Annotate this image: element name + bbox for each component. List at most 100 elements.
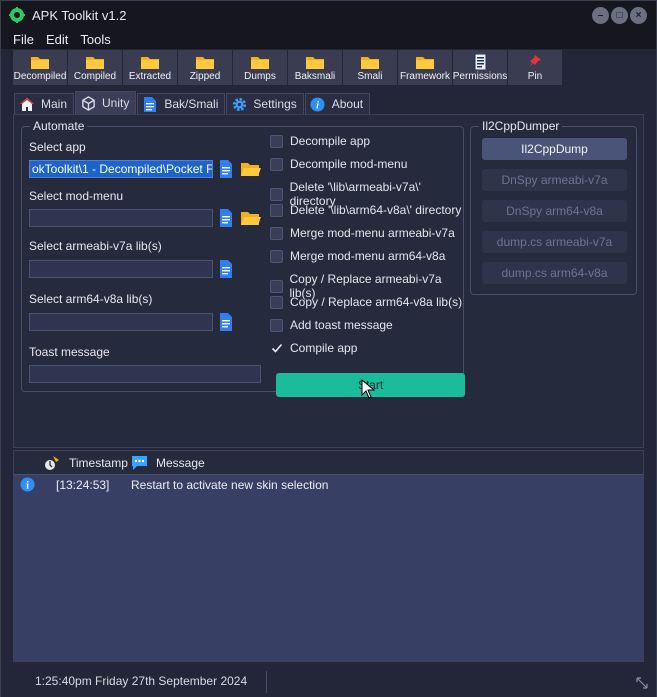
file-icon[interactable] [218, 260, 234, 278]
select-app-input[interactable]: okToolkit\1 - Decompiled\Pocket Frogs [29, 160, 213, 178]
timestamp-column-header[interactable]: Timestamp [69, 456, 128, 470]
tab-unity[interactable]: Unity [75, 91, 137, 114]
toolbar-pin-button[interactable]: Pin [508, 50, 562, 85]
home-icon [19, 96, 35, 112]
arm64-input[interactable] [29, 313, 213, 331]
window-title: APK Toolkit v1.2 [32, 7, 127, 23]
app-logo-icon [9, 7, 25, 23]
toolbar-extracted-button[interactable]: Extracted [123, 50, 177, 85]
menu-file[interactable]: File [7, 29, 40, 49]
folder-icon [86, 57, 104, 69]
toolbar-label: Zipped [189, 71, 221, 82]
svg-text:i: i [26, 481, 29, 492]
dumpcs-armeabi-button[interactable]: dump.cs armeabi-v7a [482, 231, 627, 253]
toast-label: Toast message [29, 345, 110, 359]
folder-icon [141, 57, 159, 69]
maximize-button[interactable]: □ [611, 7, 628, 24]
checkbox-label: Decompile mod-menu [290, 157, 408, 171]
toolbar-dumps-button[interactable]: Dumps [233, 50, 287, 85]
tab-label: Bak/Smali [164, 97, 219, 111]
il2cppdump-button[interactable]: Il2CppDump [482, 138, 627, 160]
resize-grip-icon[interactable] [636, 677, 648, 689]
automate-title: Automate [30, 119, 88, 133]
checkbox-label: Add toast message [290, 318, 393, 332]
toolbar-label: Baksmali [294, 71, 336, 82]
checkbox-decompile-mod-menu[interactable]: Decompile mod-menu [270, 157, 407, 171]
minimize-button[interactable]: – [592, 7, 609, 24]
dumpcs-arm64-button[interactable]: dump.cs arm64-v8a [482, 262, 627, 284]
folder-icon [416, 57, 434, 69]
checkbox-add-toast[interactable]: Add toast message [270, 318, 393, 332]
il2cppdumper-title: Il2CppDumper [479, 119, 563, 133]
folder-open-icon[interactable] [240, 160, 262, 178]
toolbar-smali-button[interactable]: Smali [343, 50, 397, 85]
checkbox[interactable] [270, 249, 283, 263]
checkbox[interactable] [270, 226, 283, 240]
checkbox-merge-arm64[interactable]: Merge mod-menu arm64-v8a [270, 249, 445, 263]
arm64-label: Select arm64-v8a lib(s) [29, 292, 153, 306]
tab-settings[interactable]: Settings [226, 93, 304, 114]
checkbox-label: Compile app [290, 341, 358, 355]
status-datetime: 1:25:40pm Friday 27th September 2024 [35, 674, 248, 688]
menu-tools[interactable]: Tools [74, 29, 116, 49]
menu-edit[interactable]: Edit [40, 29, 74, 49]
folder-icon [31, 57, 49, 69]
close-button[interactable]: × [630, 7, 647, 24]
checkbox[interactable] [270, 157, 283, 171]
log-row[interactable]: i [13:24:53] Restart to activate new ski… [14, 476, 643, 494]
toolbar-label: Decompiled [13, 71, 67, 82]
status-divider [266, 671, 267, 693]
checkbox-copy-arm64[interactable]: Copy / Replace arm64-v8a lib(s) [270, 295, 462, 309]
checkbox[interactable] [270, 295, 283, 309]
file-icon[interactable] [218, 209, 234, 227]
tab-about[interactable]: i About [304, 93, 371, 114]
checkbox-merge-armeabi[interactable]: Merge mod-menu armeabi-v7a [270, 226, 455, 240]
toolbar-label: Framework [399, 71, 450, 82]
info-icon: i [310, 96, 326, 112]
checkbox-delete-arm64[interactable]: Delete '\lib\arm64-v8a\' directory [270, 203, 461, 217]
toolbar-decompiled-button[interactable]: Decompiled [13, 50, 67, 85]
checkbox[interactable] [270, 134, 283, 148]
tab-label: Settings [253, 97, 297, 111]
tab-label: Main [41, 97, 68, 111]
checkbox[interactable] [270, 318, 283, 332]
log-header: Timestamp Message [14, 451, 643, 475]
checkmark-icon [271, 343, 282, 353]
toolbar-framework-button[interactable]: Framework [398, 50, 452, 85]
pin-icon [528, 55, 541, 69]
checkbox-checked[interactable] [270, 342, 283, 355]
checkbox-label: Delete '\lib\arm64-v8a\' directory [290, 203, 462, 217]
toolbar-label: Smali [357, 71, 383, 82]
armeabi-input[interactable] [29, 260, 213, 278]
toast-input[interactable] [29, 365, 261, 383]
message-icon [132, 456, 147, 470]
message-column-header[interactable]: Message [156, 456, 205, 470]
folder-open-icon[interactable] [240, 209, 262, 227]
checkbox[interactable] [270, 279, 283, 293]
toolbar-zipped-button[interactable]: Zipped [178, 50, 232, 85]
folder-icon [251, 57, 269, 69]
checkbox[interactable] [270, 203, 283, 217]
tab-bar: Main Unity Bak/Smali Settings i About [14, 91, 371, 115]
file-icon[interactable] [218, 160, 234, 178]
file-icon[interactable] [218, 313, 234, 331]
checkbox-compile-app[interactable]: Compile app [270, 341, 357, 355]
toolbar-label: Extracted [128, 71, 172, 82]
mod-menu-label: Select mod-menu [29, 189, 124, 203]
toolbar-permissions-button[interactable]: Permissions [453, 50, 507, 85]
tab-label: Unity [102, 96, 130, 110]
tab-main[interactable]: Main [14, 93, 75, 114]
toolbar-compiled-button[interactable]: Compiled [68, 50, 122, 85]
toolbar-baksmali-button[interactable]: Baksmali [288, 50, 342, 85]
dnspy-arm64-button[interactable]: DnSpy arm64-v8a [482, 200, 627, 222]
checkbox[interactable] [270, 187, 283, 201]
dnspy-armeabi-button[interactable]: DnSpy armeabi-v7a [482, 169, 627, 191]
menu-bar: File Edit Tools [1, 29, 656, 49]
checkbox-decompile-app[interactable]: Decompile app [270, 134, 370, 148]
unity-icon [80, 95, 96, 111]
tab-bak-smali[interactable]: Bak/Smali [137, 93, 226, 114]
checkbox-label: Merge mod-menu arm64-v8a [290, 249, 446, 263]
mod-menu-input[interactable] [29, 209, 213, 227]
unity-panel: Automate Select app okToolkit\1 - Decomp… [13, 114, 644, 448]
info-icon: i [20, 477, 35, 492]
